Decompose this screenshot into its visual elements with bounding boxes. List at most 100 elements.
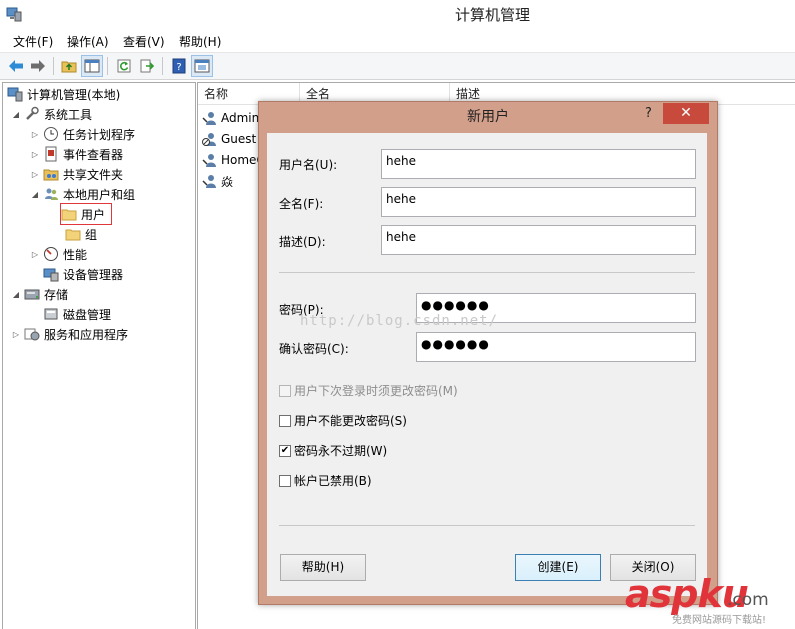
list-item[interactable]: Guest [202, 129, 256, 149]
collapsed-arrow-icon[interactable]: ▷ [11, 330, 21, 339]
tree-label: 设备管理器 [63, 267, 124, 282]
tree-item-shared-folders[interactable]: ▷ 共享文件夹 [30, 164, 123, 184]
toolbar-separator [107, 57, 108, 75]
account-disabled-checkbox[interactable] [279, 474, 291, 487]
tree-item-services-apps[interactable]: ▷ 服务和应用程序 [11, 324, 128, 344]
back-icon[interactable] [6, 56, 26, 76]
tree-label: 事件查看器 [63, 147, 124, 162]
user-disabled-icon [202, 133, 216, 146]
list-item[interactable]: HomeG [202, 150, 266, 170]
menu-bar: 文件(F) 操作(A) 查看(V) 帮助(H) [0, 30, 795, 53]
username-input[interactable]: hehe [381, 149, 696, 179]
help-button[interactable]: 帮助(H) [280, 554, 366, 581]
expanded-arrow-icon[interactable]: ◢ [11, 290, 21, 299]
forward-icon[interactable] [28, 56, 48, 76]
menu-file[interactable]: 文件(F) [13, 33, 53, 50]
tree-item-local-users-groups[interactable]: ◢ 本地用户和组 [30, 184, 135, 204]
collapsed-arrow-icon[interactable]: ▷ [30, 130, 40, 139]
user-name: Admini [221, 111, 263, 125]
clock-icon [44, 127, 58, 141]
tree-item-performance[interactable]: ▷ 性能 [30, 244, 87, 264]
description-input[interactable]: hehe [381, 225, 696, 255]
export-icon[interactable] [137, 56, 157, 76]
window-title: 计算机管理 [454, 6, 530, 24]
tree-label: 用户 [81, 207, 106, 222]
tree-item-task-scheduler[interactable]: ▷ 任务计划程序 [30, 124, 135, 144]
tree-label: 本地用户和组 [63, 187, 136, 202]
tree-label: 共享文件夹 [63, 167, 124, 182]
expanded-arrow-icon[interactable]: ◢ [30, 190, 40, 199]
toolbar-separator [53, 57, 54, 75]
tree-label: 存储 [44, 287, 69, 302]
divider [279, 272, 695, 273]
users-group-icon [45, 188, 58, 200]
disk-management-icon [44, 308, 58, 320]
checkbox-label: 用户不能更改密码(S) [294, 414, 407, 428]
tree-label: 性能 [63, 247, 88, 262]
collapsed-arrow-icon[interactable]: ▷ [30, 250, 40, 259]
show-hide-tree-icon[interactable] [81, 55, 103, 77]
cannot-change-password-checkbox[interactable] [279, 414, 291, 427]
user-name: 焱 [221, 174, 234, 189]
fullname-input[interactable]: hehe [381, 187, 696, 217]
checkbox-label: 密码永不过期(W) [294, 444, 388, 458]
tree-label: 计算机管理(本地) [27, 87, 121, 102]
collapsed-arrow-icon[interactable]: ▷ [30, 170, 40, 179]
up-folder-icon[interactable] [59, 56, 79, 76]
user-icon [202, 112, 216, 125]
expanded-arrow-icon[interactable]: ◢ [11, 110, 21, 119]
dialog-help-icon[interactable]: ? [645, 106, 652, 121]
services-icon [24, 328, 40, 341]
tree-item-device-manager[interactable]: 设备管理器 [43, 264, 123, 284]
menu-help[interactable]: 帮助(H) [179, 33, 221, 50]
storage-icon [24, 289, 40, 300]
must-change-password-option: 用户下次登录时须更改密码(M) [279, 382, 458, 399]
tree-item-groups[interactable]: 组 [65, 224, 97, 244]
account-disabled-option: 帐户已禁用(B) [279, 472, 372, 489]
confirm-password-input[interactable]: ●●●●●● [416, 332, 696, 362]
toolbar: ? [0, 53, 795, 80]
tree-item-users[interactable]: 用户 [59, 203, 113, 225]
tools-icon [26, 106, 39, 120]
navigation-tree: 计算机管理(本地) ◢ 系统工具 ▷ 任务计划程序 ▷ 事件查看器 ▷ 共享文件… [2, 82, 196, 629]
tree-item-root[interactable]: 计算机管理(本地) [7, 84, 120, 104]
tree-item-event-viewer[interactable]: ▷ 事件查看器 [30, 144, 123, 164]
password-never-expires-checkbox[interactable]: ✔ [279, 444, 291, 457]
dialog-close-button[interactable]: ✕ [663, 103, 709, 124]
tree-item-disk-management[interactable]: 磁盘管理 [43, 304, 111, 324]
computer-management-icon [7, 87, 23, 102]
toolbar-separator [162, 57, 163, 75]
confirm-password-label: 确认密码(C): [279, 342, 349, 356]
menu-action[interactable]: 操作(A) [67, 33, 109, 50]
window-titlebar: 计算机管理 [0, 0, 795, 30]
device-manager-icon [43, 268, 59, 282]
collapsed-arrow-icon[interactable]: ▷ [30, 150, 40, 159]
cannot-change-password-option: 用户不能更改密码(S) [279, 412, 407, 429]
dialog-body: 用户名(U): hehe 全名(F): hehe 描述(D): hehe 密码(… [267, 133, 707, 596]
list-item[interactable]: Admini [202, 108, 263, 128]
checkbox-label: 用户下次登录时须更改密码(M) [294, 384, 458, 398]
properties-icon[interactable] [191, 55, 213, 77]
help-icon[interactable]: ? [169, 56, 189, 76]
user-name: Guest [221, 132, 257, 146]
create-button[interactable]: 创建(E) [515, 554, 601, 581]
password-never-expires-option: ✔ 密码永不过期(W) [279, 442, 387, 459]
user-icon [202, 175, 216, 188]
divider [279, 525, 695, 526]
tree-label: 任务计划程序 [63, 127, 136, 142]
must-change-password-checkbox[interactable] [279, 384, 291, 397]
refresh-icon[interactable] [114, 56, 134, 76]
tree-label: 组 [85, 227, 98, 242]
site-logo-domain: .com [727, 590, 769, 610]
description-label: 描述(D): [279, 235, 326, 249]
performance-icon [44, 247, 58, 261]
watermark-text: http://blog.csdn.net/ [300, 313, 499, 329]
menu-view[interactable]: 查看(V) [123, 33, 165, 50]
new-user-dialog: 新用户 ? ✕ 用户名(U): hehe 全名(F): hehe 描述(D): … [258, 101, 718, 605]
tree-label: 系统工具 [44, 107, 93, 122]
site-logo-tagline: 免费网站源码下载站! [672, 615, 767, 626]
tree-item-system-tools[interactable]: ◢ 系统工具 [11, 104, 92, 124]
fullname-label: 全名(F): [279, 197, 324, 211]
list-item[interactable]: 焱 [202, 171, 233, 191]
tree-item-storage[interactable]: ◢ 存储 [11, 284, 68, 304]
